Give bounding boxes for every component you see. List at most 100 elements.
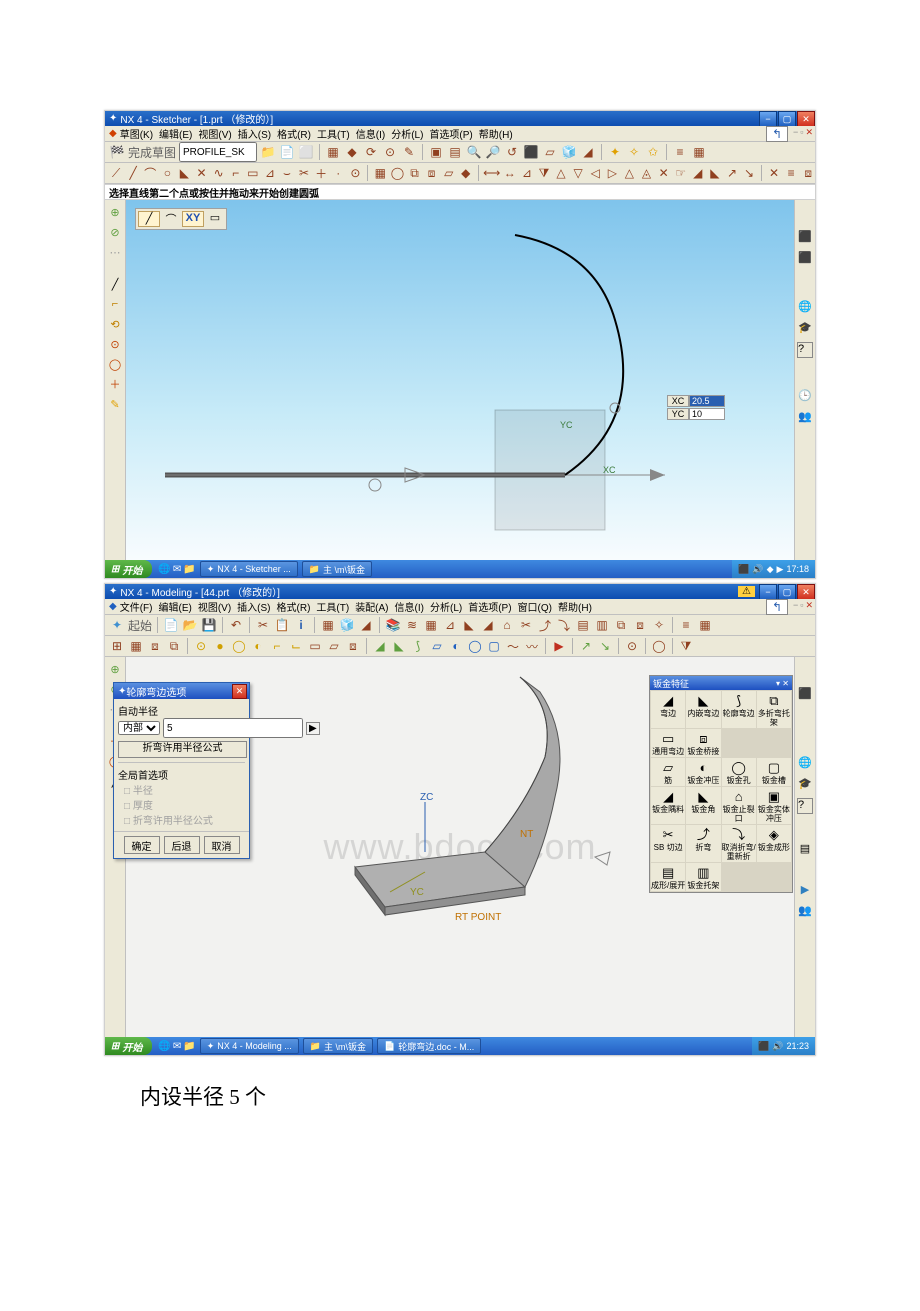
panel-item[interactable]: ⌂钣金止裂口: [722, 787, 756, 824]
tool-icon[interactable]: ∿: [212, 165, 226, 181]
rail-edit-icon[interactable]: ✎: [107, 396, 123, 412]
tool-icon[interactable]: ☞: [674, 165, 688, 181]
xc-input[interactable]: 20.5: [689, 395, 725, 407]
lock-icon[interactable]: ▶: [306, 722, 320, 735]
tool-icon[interactable]: ▣: [428, 144, 444, 160]
tool-icon[interactable]: ⟆: [410, 638, 426, 654]
cut-icon[interactable]: ✂: [255, 617, 271, 633]
globe-icon[interactable]: 🌐: [798, 300, 812, 313]
tool-icon[interactable]: ↘: [597, 638, 613, 654]
task-item-nx[interactable]: ✦NX 4 - Modeling ...: [200, 1038, 299, 1054]
tool-icon[interactable]: 🧊: [339, 617, 355, 633]
paste-icon[interactable]: 📋: [274, 617, 290, 633]
tray-icon[interactable]: 🔊: [772, 1041, 783, 1052]
menu-prefs[interactable]: 首选项(P): [429, 126, 472, 141]
panel-item[interactable]: ◢钣金隅料: [651, 787, 685, 824]
panel-item[interactable]: ◢弯边: [651, 691, 685, 728]
tool-icon[interactable]: 🔎: [485, 144, 501, 160]
mail-icon[interactable]: ✉: [173, 564, 181, 575]
minimize-button[interactable]: −: [759, 584, 777, 600]
panel-item[interactable]: ▤成形/展开: [651, 863, 685, 891]
tool-icon[interactable]: ✧: [651, 617, 667, 633]
panel-controls[interactable]: ▾ ✕: [776, 679, 789, 688]
menu-prefs[interactable]: 首选项(P): [468, 599, 511, 614]
panel-item[interactable]: ⧈钣金桥接: [686, 729, 720, 757]
tool-icon[interactable]: 〜: [505, 638, 521, 654]
yc-input[interactable]: 10: [689, 408, 725, 420]
profile-icon[interactable]: ⟋: [109, 165, 123, 181]
start-icon[interactable]: ✦: [109, 617, 125, 633]
menu-view[interactable]: 视图(V): [198, 126, 231, 141]
tool-icon[interactable]: ●: [212, 638, 228, 654]
tool-icon[interactable]: 📚: [385, 617, 401, 633]
tool-icon[interactable]: ⧈: [147, 638, 163, 654]
tool-icon[interactable]: ≡: [672, 144, 688, 160]
menu-sketch[interactable]: 草图(K): [120, 126, 153, 141]
menu-analysis[interactable]: 分析(L): [391, 126, 423, 141]
save-icon[interactable]: 💾: [201, 617, 217, 633]
tool-icon[interactable]: ↘: [742, 165, 756, 181]
tool-icon[interactable]: ▦: [423, 617, 439, 633]
sketch-canvas[interactable]: YC XC: [125, 200, 795, 560]
menu-info[interactable]: 信息(I): [356, 126, 385, 141]
panel-item[interactable]: ⧉多折弯托架: [757, 691, 791, 728]
tool-icon[interactable]: ▦: [697, 617, 713, 633]
rail-icon[interactable]: ⊘: [107, 224, 123, 240]
tool-icon[interactable]: ⊙: [624, 638, 640, 654]
tool-icon[interactable]: ⧈: [801, 165, 815, 181]
tool-icon[interactable]: ▱: [326, 638, 342, 654]
menu-insert[interactable]: 插入(S): [237, 599, 270, 614]
tool-icon[interactable]: ◣: [461, 617, 477, 633]
tool-icon[interactable]: ⬜: [298, 144, 314, 160]
rail-icon[interactable]: ⬛: [798, 230, 812, 243]
rail-line-icon[interactable]: ╱: [107, 276, 123, 292]
rail-icon[interactable]: ⬛: [798, 251, 812, 264]
mail-icon[interactable]: ✉: [173, 1041, 181, 1052]
panel-item[interactable]: ⤵取消折弯/重新折: [722, 825, 756, 862]
panel-item[interactable]: ▢钣金槽: [757, 758, 791, 786]
tool-icon[interactable]: ⧩: [678, 638, 694, 654]
tool-icon[interactable]: ◢: [691, 165, 705, 181]
tool-icon[interactable]: ✕: [194, 165, 208, 181]
rail-spline-icon[interactable]: ⟲: [107, 316, 123, 332]
profile-name-input[interactable]: [179, 142, 257, 162]
tool-icon[interactable]: ⧩: [537, 165, 551, 181]
tool-icon[interactable]: ▱: [442, 165, 456, 181]
tool-icon[interactable]: ⌐: [229, 165, 243, 181]
side-select[interactable]: 内部: [118, 721, 160, 735]
folder-icon[interactable]: 📁: [183, 1041, 195, 1052]
panel-item[interactable]: ✂SB 切边: [651, 825, 685, 862]
tool-icon[interactable]: ▦: [320, 617, 336, 633]
panel-item[interactable]: ◯钣金孔: [722, 758, 756, 786]
dim-icon[interactable]: ⟷: [484, 165, 500, 181]
tool-icon[interactable]: ✂: [518, 617, 534, 633]
tool-icon[interactable]: ⧈: [425, 165, 439, 181]
tool-icon[interactable]: ≡: [678, 617, 694, 633]
tool-icon[interactable]: ▥: [594, 617, 610, 633]
menu-format[interactable]: 格式(R): [277, 599, 311, 614]
back-arrow-icon[interactable]: ↰: [766, 599, 788, 615]
grad-icon[interactable]: 🎓: [798, 321, 812, 334]
rail-icon[interactable]: ⊕: [107, 661, 123, 677]
tool-icon[interactable]: ▷: [605, 165, 619, 181]
back-button[interactable]: 后退: [164, 836, 200, 854]
task-item-folder[interactable]: 📁主 \m\钣金: [302, 561, 372, 577]
back-arrow-icon[interactable]: ↰: [766, 126, 788, 142]
tool-icon[interactable]: ▤: [447, 144, 463, 160]
close-button[interactable]: ✕: [797, 111, 815, 127]
tool-icon[interactable]: ✂: [297, 165, 311, 181]
tool-icon[interactable]: ▽: [571, 165, 585, 181]
tool-icon[interactable]: ⊿: [520, 165, 534, 181]
tray-icon[interactable]: 🔊: [752, 564, 763, 575]
tool-icon[interactable]: ⊿: [442, 617, 458, 633]
fillet-icon[interactable]: ⌣: [280, 165, 294, 181]
menu-edit[interactable]: 编辑(E): [159, 126, 192, 141]
tool-icon[interactable]: ▤: [575, 617, 591, 633]
tool-icon[interactable]: ◯: [651, 638, 667, 654]
ie-icon[interactable]: 🌐: [158, 1041, 170, 1052]
tool-icon[interactable]: ✕: [767, 165, 781, 181]
tool-icon[interactable]: ⧉: [407, 165, 421, 181]
tool-icon[interactable]: ◢: [580, 144, 596, 160]
rail-circle-icon[interactable]: ⊙: [107, 336, 123, 352]
tool-icon[interactable]: ⌂: [499, 617, 515, 633]
